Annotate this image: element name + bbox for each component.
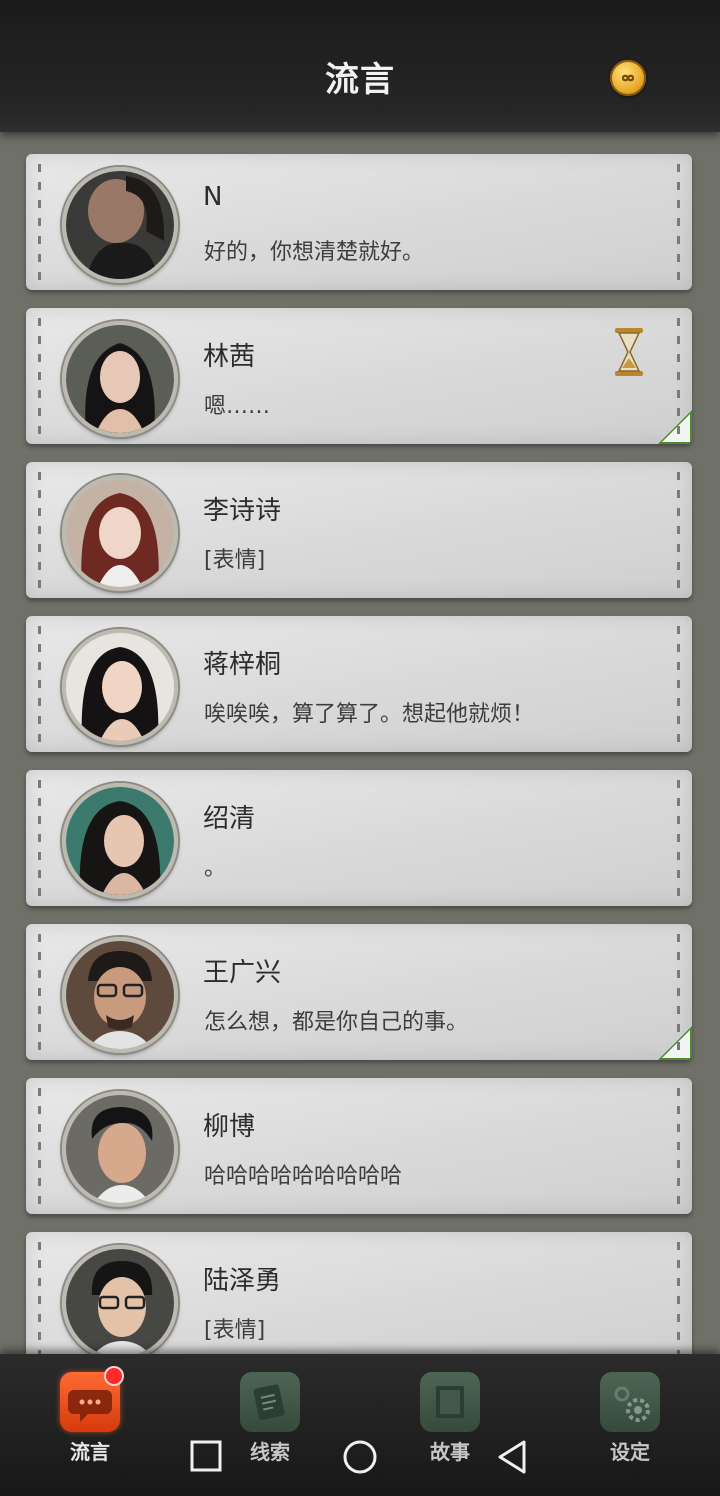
contact-name: 王广兴 — [203, 958, 282, 988]
last-message: 好的，你想清楚就好。 — [204, 240, 425, 265]
contact-name: 林茜 — [203, 342, 256, 372]
contact-name: 陆泽勇 — [203, 1266, 282, 1296]
conversation-card[interactable]: 柳博 哈哈哈哈哈哈哈哈哈 — [26, 1078, 692, 1214]
chat-bubble-icon — [60, 1366, 124, 1432]
conversation-card[interactable]: 李诗诗 [表情] — [26, 462, 692, 598]
infinity-coin-icon[interactable] — [610, 60, 646, 96]
avatar — [62, 167, 178, 283]
last-message: 怎么想，都是你自己的事。 — [204, 1010, 469, 1035]
contact-name: N — [203, 182, 223, 212]
gear-icon — [600, 1372, 660, 1432]
folded-corner-indicator — [658, 410, 692, 444]
recent-apps-icon[interactable] — [188, 1436, 224, 1476]
folded-corner-indicator — [658, 1026, 692, 1060]
contact-name: 李诗诗 — [203, 496, 282, 526]
book-icon — [420, 1372, 480, 1432]
conversation-card[interactable]: 蒋梓桐 唉唉唉，算了算了。想起他就烦！ — [26, 616, 692, 752]
conversation-card[interactable]: 陆泽勇 [表情] — [26, 1232, 692, 1354]
contact-name: 蒋梓桐 — [203, 650, 282, 680]
last-message: 唉唉唉，算了算了。想起他就烦！ — [204, 702, 535, 727]
last-message: [表情] — [204, 548, 266, 573]
conversation-card[interactable]: N 好的，你想清楚就好。 — [26, 154, 692, 290]
conversation-card[interactable]: 林茜 嗯…… — [26, 308, 692, 444]
notification-badge — [104, 1366, 124, 1386]
last-message: 哈哈哈哈哈哈哈哈哈 — [204, 1164, 403, 1189]
avatar — [62, 1091, 178, 1207]
home-icon[interactable] — [340, 1436, 380, 1476]
last-message: 。 — [204, 856, 227, 881]
hourglass-icon — [615, 328, 643, 376]
avatar — [62, 783, 178, 899]
avatar — [62, 321, 178, 437]
system-nav-bar — [0, 1436, 720, 1482]
avatar — [62, 629, 178, 745]
conversation-card[interactable]: 绍清 。 — [26, 770, 692, 906]
conversation-card[interactable]: 王广兴 怎么想，都是你自己的事。 — [26, 924, 692, 1060]
app-header: 流言 — [0, 0, 720, 132]
notebook-icon — [240, 1372, 300, 1432]
last-message: 嗯…… — [204, 394, 271, 419]
last-message: [表情] — [204, 1318, 266, 1343]
avatar — [62, 1245, 178, 1354]
back-icon[interactable] — [494, 1436, 530, 1476]
avatar — [62, 475, 178, 591]
contact-name: 柳博 — [203, 1112, 256, 1142]
conversation-list[interactable]: N 好的，你想清楚就好。 林茜 嗯…… 李诗诗 [表情] 蒋梓桐 唉唉唉，算了算… — [0, 132, 720, 1354]
contact-name: 绍清 — [203, 804, 256, 834]
avatar — [62, 937, 178, 1053]
